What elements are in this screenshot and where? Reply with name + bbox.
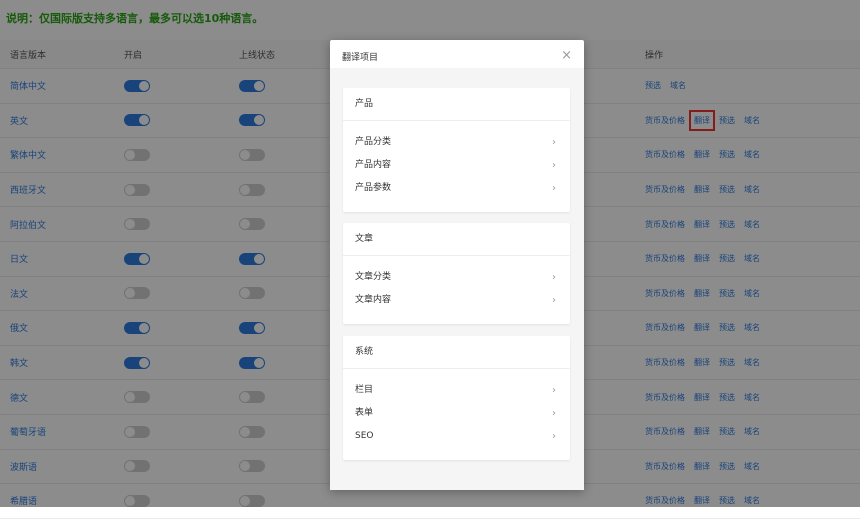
menu-item-column[interactable]: 栏目 › <box>343 379 570 402</box>
menu-item-label: 文章分类 <box>355 272 392 282</box>
section-card-article: 文章 文章分类 › 文章内容 › <box>343 223 570 324</box>
chevron-right-icon: › <box>552 408 556 419</box>
menu-item-label: 产品参数 <box>355 183 392 193</box>
menu-item-product-category[interactable]: 产品分类 › <box>343 131 570 154</box>
menu-item-label: SEO <box>355 431 374 441</box>
menu-item-label: 产品分类 <box>355 137 392 147</box>
menu-item-label: 栏目 <box>355 385 374 395</box>
chevron-right-icon: › <box>552 272 556 283</box>
chevron-right-icon: › <box>552 385 556 396</box>
menu-item-form[interactable]: 表单 › <box>343 402 570 425</box>
section-title: 文章 <box>343 223 570 256</box>
close-icon[interactable]: × <box>561 48 572 63</box>
menu-item-seo[interactable]: SEO › <box>343 425 570 448</box>
chevron-right-icon: › <box>552 137 556 148</box>
section-card-system: 系统 栏目 › 表单 › SEO › <box>343 336 570 460</box>
menu-item-product-content[interactable]: 产品内容 › <box>343 154 570 177</box>
section-title: 产品 <box>343 88 570 121</box>
menu-item-article-content[interactable]: 文章内容 › <box>343 289 570 312</box>
menu-item-label: 文章内容 <box>355 295 392 305</box>
modal-body: 产品 产品分类 › 产品内容 › 产品参数 › 文章 文章分类 › 文章内容 ›… <box>330 68 584 490</box>
chevron-right-icon: › <box>552 431 556 442</box>
section-title: 系统 <box>343 336 570 369</box>
menu-item-label: 表单 <box>355 408 374 418</box>
menu-item-article-category[interactable]: 文章分类 › <box>343 266 570 289</box>
menu-item-product-params[interactable]: 产品参数 › <box>343 177 570 200</box>
chevron-right-icon: › <box>552 183 556 194</box>
chevron-right-icon: › <box>552 160 556 171</box>
modal-title: 翻译项目 <box>342 53 379 63</box>
menu-item-label: 产品内容 <box>355 160 392 170</box>
chevron-right-icon: › <box>552 295 556 306</box>
translation-modal: 翻译项目 × 产品 产品分类 › 产品内容 › 产品参数 › 文章 文章分类 ›… <box>330 40 584 490</box>
section-card-product: 产品 产品分类 › 产品内容 › 产品参数 › <box>343 88 570 212</box>
